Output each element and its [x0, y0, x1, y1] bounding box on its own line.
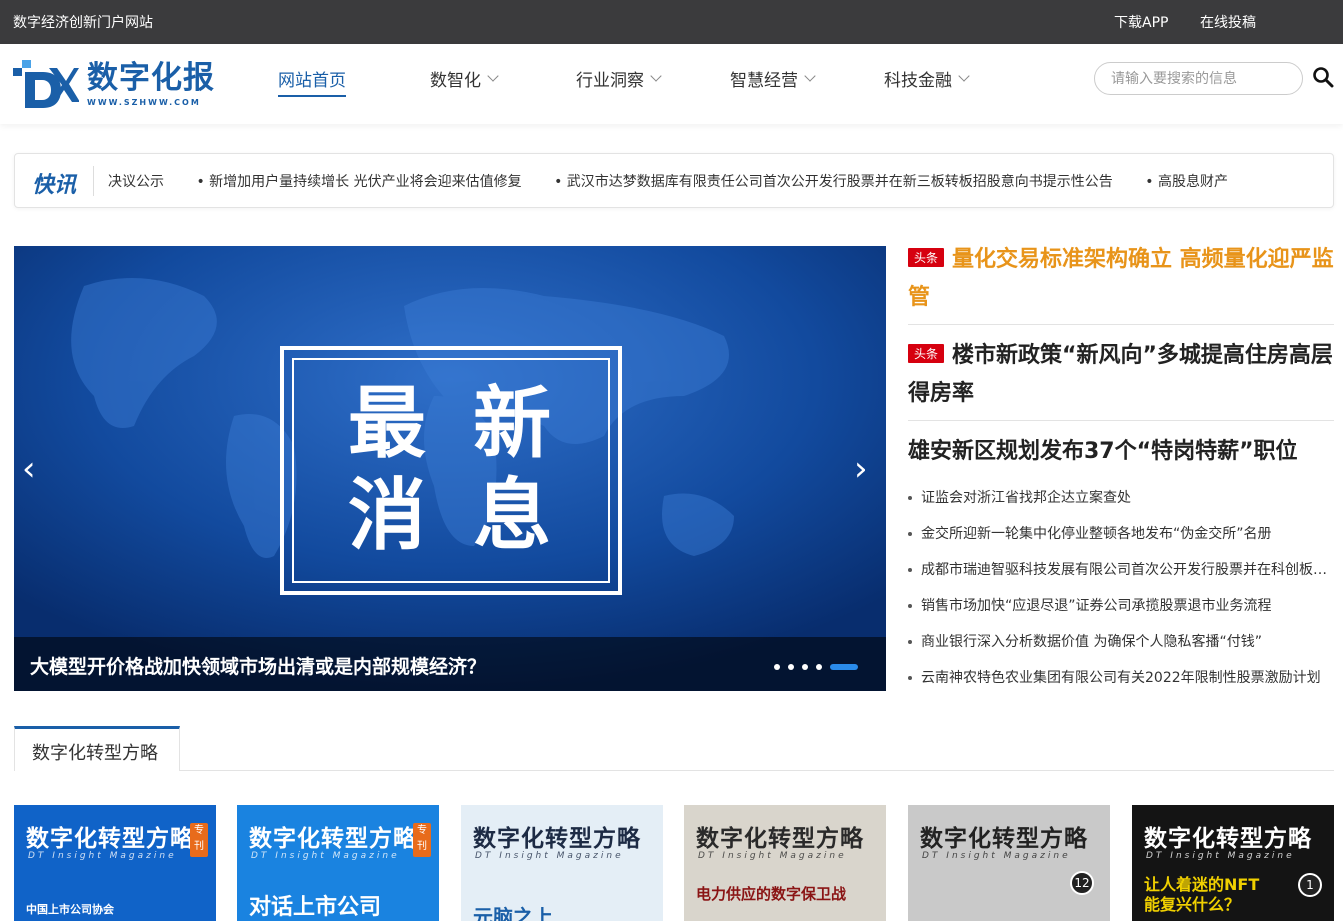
chevron-down-icon: [804, 70, 816, 82]
magazine-card[interactable]: 数字化转型方略 DT Insight Magazine 12: [908, 805, 1110, 921]
magazine-card[interactable]: 数字化转型方略 DT Insight Magazine 元脑之上: [461, 805, 663, 921]
download-app-link[interactable]: 下载APP: [1114, 12, 1168, 32]
magazine-cover-line: 让人着迷的NFT能复兴什么？: [1144, 875, 1260, 914]
list-item[interactable]: 证监会对浙江省找邦企达立案查处: [908, 486, 1334, 522]
top-bar: 数字经济创新门户网站 下载APP 在线投稿: [0, 0, 1343, 44]
logo-text: 数字化报: [87, 60, 215, 96]
slide-caption[interactable]: 大模型开价格战加快领域市场出清或是内部规模经济？: [30, 652, 486, 679]
slide-caption-bar: 大模型开价格战加快领域市场出清或是内部规模经济？: [14, 637, 886, 691]
magazine-badge: 专刊: [413, 823, 431, 857]
headline-title[interactable]: 量化交易标准架构确立 高频量化迎严监管: [908, 247, 1334, 310]
online-submit-link[interactable]: 在线投稿: [1200, 12, 1256, 32]
divider: [908, 420, 1334, 421]
magazine-subtitle: DT Insight Magazine: [251, 851, 400, 861]
list-item[interactable]: 销售市场加快“应退尽退”证券公司承揽股票退市业务流程: [908, 594, 1334, 630]
list-item[interactable]: 成都市瑞迪智驱科技发展有限公司首次公开发行股票并在科创板上市: [908, 558, 1334, 594]
chevron-down-icon: [650, 70, 662, 82]
nav-home[interactable]: 网站首页: [278, 66, 346, 97]
magazine-subtitle: DT Insight Magazine: [475, 851, 624, 861]
nav-tech-finance[interactable]: 科技金融: [884, 66, 970, 91]
nav-digital-intelligence[interactable]: 数智化: [430, 66, 499, 91]
carousel-dots: [774, 664, 858, 670]
tab-digital-transformation[interactable]: 数字化转型方略: [14, 726, 180, 771]
site-logo[interactable]: 数字化报 WWW.SZHWW.COM: [13, 60, 233, 108]
news-ticker: 快讯 决议公示 • 新增加用户量持续增长 光伏产业将会迎来估值修复 • 武汉市达…: [14, 153, 1334, 208]
site-tagline: 数字经济创新门户网站: [13, 15, 153, 31]
ticker-item[interactable]: • 武汉市达梦数据库有限责任公司首次公开发行股票并在新三板转板招股意向书提示性公…: [554, 174, 1113, 190]
magazine-title: 数字化转型方略: [696, 826, 864, 852]
top-headline-1[interactable]: 头条 量化交易标准架构确立 高频量化迎严监管: [908, 241, 1334, 317]
chevron-down-icon: [958, 70, 970, 82]
magazine-subtitle: DT Insight Magazine: [698, 851, 847, 861]
magazine-title: 数字化转型方略: [26, 826, 194, 852]
chevron-down-icon: [487, 70, 499, 82]
magazine-card[interactable]: 数字化转型方略 DT Insight Magazine 专刊对话上市公司: [237, 805, 439, 921]
search-input[interactable]: [1111, 63, 1291, 94]
magazine-cover-line: 中国上市公司协会: [26, 903, 114, 916]
magazine-card[interactable]: 数字化转型方略 DT Insight Magazine 电力供应的数字保卫战: [684, 805, 886, 921]
divider: [908, 324, 1334, 325]
list-item[interactable]: 商业银行深入分析数据价值 为确保个人隐私客播“付钱”: [908, 630, 1334, 666]
magazine-subtitle: DT Insight Magazine: [1146, 851, 1295, 861]
headline-title[interactable]: 楼市新政策“新风向”多城提高住房高层得房率: [908, 343, 1333, 406]
carousel-dot[interactable]: [774, 664, 780, 670]
search-icon[interactable]: [1312, 66, 1334, 88]
hero-carousel[interactable]: 最 新 消 息 ‹ › 大模型开价格战加快领域市场出清或是内部规模经济？: [14, 246, 886, 691]
main-header: 数字化报 WWW.SZHWW.COM 网站首页 数智化 行业洞察 智慧经营 科技…: [0, 44, 1343, 124]
nav-label: 智慧经营: [730, 71, 798, 91]
ticker-item[interactable]: 决议公示: [108, 174, 164, 190]
search-box: [1094, 62, 1303, 95]
nav-industry-insight[interactable]: 行业洞察: [576, 66, 662, 91]
magazine-title: 数字化转型方略: [1144, 826, 1312, 852]
nav-smart-business[interactable]: 智慧经营: [730, 66, 816, 91]
slide-headline-line2: 消 息: [348, 471, 562, 561]
top-headline-3[interactable]: 雄安新区规划发布37个“特岗特薪”职位: [908, 433, 1334, 471]
magazine-badge: 1: [1298, 873, 1322, 897]
logo-dx-icon: [13, 60, 79, 108]
magazine-subtitle: DT Insight Magazine: [922, 851, 1071, 861]
magazine-badge: 12: [1070, 871, 1094, 895]
magazine-badge: 专刊: [190, 823, 208, 857]
carousel-dot-active[interactable]: [830, 664, 858, 670]
nav-label: 数智化: [430, 71, 481, 91]
magazine-cover-line: 电力供应的数字保卫战: [696, 885, 847, 903]
magazine-subtitle: DT Insight Magazine: [28, 851, 177, 861]
news-list: 证监会对浙江省找邦企达立案查处 金交所迎新一轮集中化停业整顿各地发布“伪金交所”…: [908, 486, 1334, 702]
list-item[interactable]: 金交所迎新一轮集中化停业整顿各地发布“伪金交所”名册: [908, 522, 1334, 558]
top-headline-2[interactable]: 头条 楼市新政策“新风向”多城提高住房高层得房率: [908, 337, 1334, 413]
carousel-dot[interactable]: [816, 664, 822, 670]
headline-title[interactable]: 雄安新区规划发布37个“特岗特薪”职位: [908, 439, 1298, 464]
prev-arrow-icon[interactable]: ‹: [22, 452, 36, 486]
nav-label: 网站首页: [278, 71, 346, 91]
magazine-title: 数字化转型方略: [473, 826, 641, 852]
magazine-title: 数字化转型方略: [920, 826, 1088, 852]
headline-badge: 头条: [908, 344, 945, 363]
next-arrow-icon[interactable]: ›: [854, 452, 868, 486]
magazine-cover-line: 对话上市公司: [249, 895, 382, 920]
ticker-item[interactable]: • 新增加用户量持续增长 光伏产业将会迎来估值修复: [196, 174, 521, 190]
magazine-title: 数字化转型方略: [249, 826, 417, 852]
logo-url: WWW.SZHWW.COM: [87, 98, 201, 107]
ticker-item[interactable]: • 高股息财产: [1145, 174, 1228, 190]
magazine-card[interactable]: 数字化转型方略 DT Insight Magazine 1 让人着迷的NFT能复兴什么…: [1132, 805, 1334, 921]
ticker-items: 决议公示 • 新增加用户量持续增长 光伏产业将会迎来估值修复 • 武汉市达梦数据…: [108, 171, 1256, 191]
carousel-dot[interactable]: [802, 664, 808, 670]
headline-badge: 头条: [908, 248, 945, 267]
ticker-divider: [93, 166, 94, 196]
section-underline: [14, 770, 1334, 771]
list-item[interactable]: 云南神农特色农业集团有限公司有关2022年限制性股票激励计划: [908, 666, 1334, 702]
nav-label: 科技金融: [884, 71, 952, 91]
slide-headline-line1: 最 新: [348, 379, 562, 469]
carousel-dot[interactable]: [788, 664, 794, 670]
ticker-label: 快讯: [32, 173, 77, 198]
magazine-cover-line: 元脑之上: [473, 905, 553, 921]
nav-label: 行业洞察: [576, 71, 644, 91]
magazine-card[interactable]: 数字化转型方略 DT Insight Magazine 专刊中国上市公司协会: [14, 805, 216, 921]
